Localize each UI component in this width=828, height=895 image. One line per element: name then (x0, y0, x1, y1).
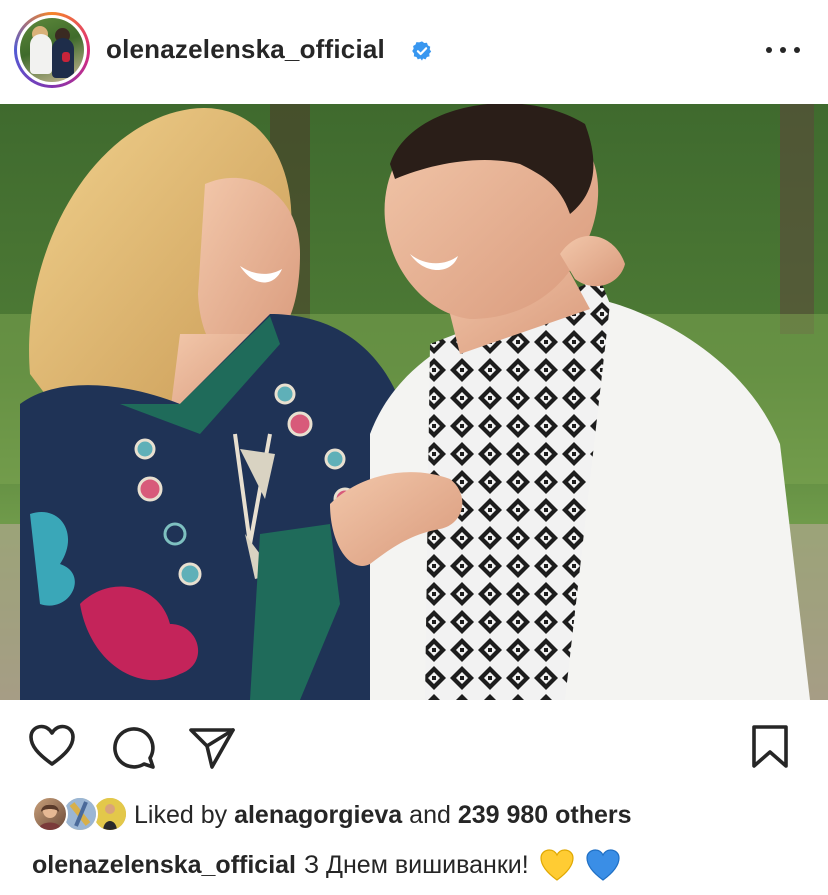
verified-badge-icon (412, 41, 432, 61)
comment-bubble-icon (113, 727, 155, 769)
post-header: olenazelenska_official (0, 0, 828, 104)
post-caption: olenazelenska_official З Днем вишиванки! (32, 848, 621, 882)
comment-button[interactable] (110, 724, 156, 770)
profile-avatar[interactable] (14, 12, 90, 88)
caption-username[interactable]: olenazelenska_official (32, 851, 296, 880)
caption-text: З Днем вишиванки! (304, 850, 529, 879)
more-options-button[interactable] (766, 38, 800, 62)
likes-summary[interactable]: Liked by alenagorgieva and 239 980 other… (32, 796, 812, 836)
liker-username[interactable]: alenagorgieva (234, 801, 402, 829)
post-photo[interactable] (0, 104, 828, 700)
save-button[interactable] (750, 724, 790, 770)
like-button[interactable] (28, 724, 76, 768)
more-horizontal-icon (766, 47, 772, 53)
likes-count[interactable]: 239 980 others (458, 801, 632, 829)
liker-avatar (32, 796, 68, 832)
likes-conjunction: and (409, 801, 451, 829)
bookmark-icon (752, 725, 788, 768)
post-username[interactable]: olenazelenska_official (106, 34, 385, 65)
blue-heart-icon (586, 849, 620, 881)
heart-outline-icon (29, 724, 75, 766)
share-button[interactable] (188, 726, 236, 770)
likes-text: Liked by alenagorgieva and 239 980 other… (134, 801, 632, 830)
paper-plane-icon (189, 728, 235, 769)
likes-prefix: Liked by (134, 801, 228, 829)
yellow-heart-icon (540, 849, 574, 881)
post-image (0, 104, 828, 700)
avatar-photo (20, 18, 84, 82)
